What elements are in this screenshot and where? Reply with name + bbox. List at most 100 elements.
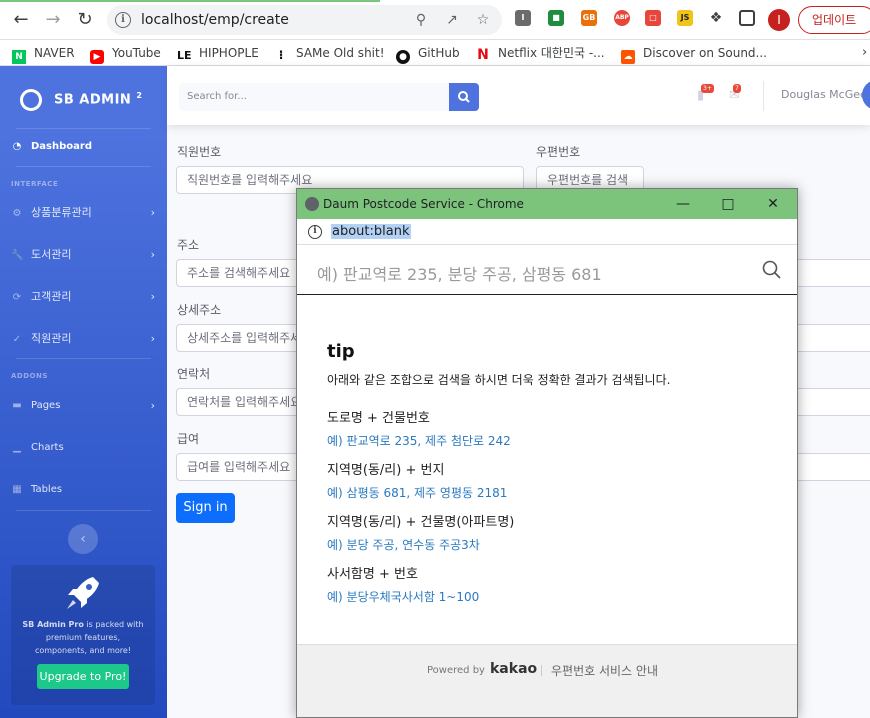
sidebar-divider bbox=[16, 358, 151, 359]
address-url[interactable]: localhost/emp/create bbox=[141, 12, 289, 28]
zoom-icon[interactable]: ⚲ bbox=[412, 11, 430, 29]
footer-divider bbox=[541, 665, 542, 676]
tachometer-icon: ◔ bbox=[12, 141, 22, 152]
profile-avatar[interactable]: I bbox=[768, 9, 790, 31]
bookmark-star-icon[interactable]: ☆ bbox=[474, 11, 492, 29]
bookmark-naver[interactable]: N NAVER bbox=[12, 44, 75, 64]
sidebar-toggle-button[interactable]: ‹ bbox=[68, 524, 98, 554]
sidebar-divider bbox=[16, 510, 151, 511]
sidebar-item-category[interactable]: ⚙ 상품분류관리 › bbox=[11, 203, 159, 223]
chrome-icon bbox=[305, 197, 319, 211]
rocket-icon bbox=[67, 577, 99, 609]
bell-icon[interactable]: ▮ 3+ bbox=[697, 84, 714, 103]
netflix-icon: N bbox=[477, 47, 489, 63]
bookmark-netflix[interactable]: N Netflix 대한민국 -... bbox=[476, 44, 604, 63]
search-icon bbox=[458, 91, 470, 103]
detail-address-label: 상세주소 bbox=[177, 303, 222, 317]
extension-i-icon[interactable]: I bbox=[515, 10, 531, 26]
avatar[interactable] bbox=[862, 80, 870, 110]
envelope-icon[interactable]: ✉ 7 bbox=[729, 84, 745, 103]
postcode-search[interactable]: 예) 판교역로 235, 분당 주공, 삼평동 681 bbox=[297, 246, 797, 295]
search-icon[interactable] bbox=[761, 259, 783, 281]
naver-icon: N bbox=[12, 50, 26, 64]
sidebar-item-customers[interactable]: ⟳ 고객관리 › bbox=[11, 287, 159, 307]
phone-label: 연락처 bbox=[177, 367, 211, 381]
adblock-icon[interactable]: ABP bbox=[614, 10, 630, 26]
update-button[interactable]: 업데이트 bbox=[798, 6, 870, 34]
sidebar-item-pages[interactable]: ▬ Pages › bbox=[11, 396, 159, 416]
sidebar-item-tables[interactable]: ▦ Tables bbox=[11, 480, 159, 500]
chevron-right-icon: › bbox=[150, 248, 155, 261]
user-name[interactable]: Douglas McGee bbox=[781, 88, 867, 101]
promo-text: SB Admin Pro is packed with premium feat… bbox=[22, 620, 144, 655]
postcode-search-input[interactable]: 예) 판교역로 235, 분당 주공, 삼평동 681 bbox=[317, 261, 602, 285]
address-bar[interactable]: i localhost/emp/create ⚲ ↗ ☆ bbox=[107, 5, 502, 35]
tip-heading: 지역명(동/리) + 건물명(아파트명) bbox=[327, 515, 515, 530]
chevron-right-icon: › bbox=[150, 290, 155, 303]
extension-meet-icon[interactable]: ■ bbox=[548, 10, 564, 26]
bookmarks-overflow-icon[interactable]: › bbox=[862, 44, 867, 62]
chevron-right-icon: › bbox=[150, 332, 155, 345]
tip-example: 예) 판교역로 235, 제주 첨단로 242 bbox=[327, 434, 511, 448]
bookmark-soundcloud[interactable]: ☁ Discover on Sound... bbox=[621, 44, 767, 64]
extensions-puzzle-icon[interactable]: ❖ bbox=[708, 10, 724, 26]
side-panel-icon[interactable] bbox=[739, 10, 755, 26]
site-info-icon[interactable]: i bbox=[308, 225, 322, 239]
popup-title-bar: Daum Postcode Service - Chrome — □ ✕ bbox=[297, 189, 797, 219]
wrench-icon: 🔧 bbox=[11, 250, 24, 261]
tab-strip-edge bbox=[0, 0, 380, 2]
sidebar-item-dashboard[interactable]: ◔ Dashboard bbox=[11, 137, 159, 157]
brand[interactable]: SB ADMIN 2 bbox=[17, 85, 142, 114]
kakao-logo[interactable]: kakao bbox=[490, 661, 537, 677]
extension-chat-icon[interactable]: □ bbox=[645, 10, 661, 26]
postcode-popup-window: Daum Postcode Service - Chrome — □ ✕ i a… bbox=[296, 188, 798, 718]
search-button[interactable] bbox=[449, 83, 479, 111]
tip-example: 예) 분당 주공, 연수동 주공3차 bbox=[327, 538, 480, 552]
popup-url[interactable]: about:blank bbox=[331, 224, 411, 239]
hiphople-icon: LE bbox=[177, 49, 192, 62]
bookmarks-bar: N NAVER ▶ YouTube LE HIPHOPLE ⁝ SAMe Old shi… bbox=[0, 40, 870, 66]
soundcloud-icon: ☁ bbox=[621, 50, 635, 64]
popup-footer: Powered by kakao 우편번호 서비스 안내 bbox=[297, 644, 797, 717]
tip-heading: 도로명 + 건물번호 bbox=[327, 411, 430, 426]
site-info-icon[interactable]: i bbox=[115, 12, 131, 28]
table-icon: ▦ bbox=[12, 484, 22, 495]
topbar-divider bbox=[763, 81, 764, 111]
bookmark-same-old[interactable]: ⁝ SAMe Old shit! bbox=[274, 44, 385, 62]
back-arrow-icon[interactable]: ← bbox=[10, 9, 32, 31]
sidebar-heading-addons: ADDONS bbox=[11, 372, 48, 380]
popup-address-bar[interactable]: i about:blank bbox=[297, 219, 797, 245]
tip-description: 아래와 같은 조합으로 검색을 하시면 더욱 정확한 결과가 검색됩니다. bbox=[327, 373, 671, 387]
close-icon[interactable]: ✕ bbox=[763, 194, 783, 214]
browser-toolbar: ← → ↻ i localhost/emp/create ⚲ ↗ ☆ I ■ G… bbox=[0, 0, 870, 40]
search-input[interactable]: Search for... bbox=[179, 83, 449, 111]
sidebar-item-books[interactable]: 🔧 도서관리 › bbox=[11, 245, 159, 265]
popup-title: Daum Postcode Service - Chrome bbox=[323, 197, 524, 211]
chevron-right-icon: › bbox=[150, 206, 155, 219]
sidebar-divider bbox=[16, 128, 151, 129]
salary-label: 급여 bbox=[177, 432, 200, 446]
minimize-icon[interactable]: — bbox=[673, 194, 693, 214]
sidebar-item-charts[interactable]: ▁ Charts bbox=[11, 438, 159, 458]
reload-icon[interactable]: ↻ bbox=[74, 9, 96, 31]
extension-js-icon[interactable]: JS bbox=[677, 10, 693, 26]
chart-area-icon: ▁ bbox=[13, 442, 21, 453]
youtube-icon: ▶ bbox=[90, 50, 104, 64]
postcode-guide-link[interactable]: 우편번호 서비스 안내 bbox=[551, 662, 658, 679]
extension-gb-icon[interactable]: GB bbox=[581, 10, 597, 26]
forward-arrow-icon[interactable]: → bbox=[42, 9, 64, 31]
emp-no-label: 직원번호 bbox=[177, 145, 222, 159]
sidebar-heading-interface: INTERFACE bbox=[11, 180, 59, 188]
bookmark-github[interactable]: ● GitHub bbox=[396, 44, 460, 64]
sign-in-button[interactable]: Sign in bbox=[176, 493, 235, 523]
maximize-icon[interactable]: □ bbox=[718, 194, 738, 214]
chevron-left-icon: ‹ bbox=[80, 531, 86, 547]
bookmark-youtube[interactable]: ▶ YouTube bbox=[90, 44, 161, 64]
zip-label: 우편번호 bbox=[536, 145, 581, 159]
sidebar-item-employees[interactable]: ✓ 직원관리 › bbox=[11, 329, 159, 349]
powered-by-text: Powered by bbox=[427, 665, 485, 676]
cog-icon: ⚙ bbox=[12, 208, 22, 219]
upgrade-button[interactable]: Upgrade to Pro! bbox=[37, 664, 129, 689]
bookmark-hiphople[interactable]: LE HIPHOPLE bbox=[177, 44, 259, 62]
share-icon[interactable]: ↗ bbox=[443, 11, 461, 29]
